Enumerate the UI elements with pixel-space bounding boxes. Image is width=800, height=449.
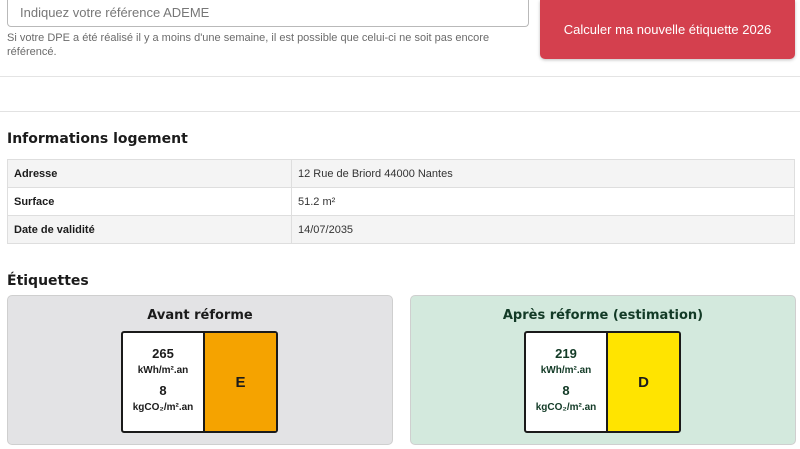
after-dpe-label: 219 kWh/m².an 8 kgCO₂/m².an D — [524, 331, 681, 433]
surface-label: Surface — [7, 187, 292, 216]
before-reform-card: Avant réforme 265 kWh/m².an 8 kgCO₂/m².a… — [7, 295, 393, 445]
after-energy-value: 219 — [555, 346, 577, 361]
section-divider — [0, 111, 800, 112]
after-ges-value: 8 — [562, 383, 570, 398]
after-grade-badge: D — [608, 333, 679, 431]
before-dpe-label: 265 kWh/m².an 8 kgCO₂/m².an E — [121, 331, 278, 433]
validity-date-label: Date de validité — [7, 215, 292, 244]
calculate-label-button[interactable]: Calculer ma nouvelle étiquette 2026 — [540, 0, 795, 59]
after-reform-card: Après réforme (estimation) 219 kWh/m².an… — [410, 295, 796, 445]
address-label: Adresse — [7, 159, 292, 188]
before-values: 265 kWh/m².an 8 kgCO₂/m².an — [123, 333, 205, 431]
after-energy-unit: kWh/m².an — [540, 365, 592, 376]
before-ges-value: 8 — [159, 383, 167, 398]
reference-helper-text: Si votre DPE a été réalisé il y a moins … — [7, 32, 490, 58]
surface-value: 51.2 m² — [291, 187, 795, 216]
labels-title: Étiquettes — [7, 273, 89, 289]
before-energy-unit: kWh/m².an — [137, 365, 189, 376]
table-row: Adresse 12 Rue de Briord 44000 Nantes — [7, 159, 795, 188]
before-ges-unit: kgCO₂/m².an — [132, 402, 194, 413]
before-energy-value: 265 — [152, 346, 174, 361]
reference-search-section: Si votre DPE a été réalisé il y a moins … — [0, 0, 800, 77]
after-reform-title: Après réforme (estimation) — [502, 308, 704, 323]
ademe-reference-input[interactable] — [7, 0, 529, 27]
after-ges-unit: kgCO₂/m².an — [535, 402, 597, 413]
validity-date-value: 14/07/2035 — [291, 215, 795, 244]
table-row: Date de validité 14/07/2035 — [7, 215, 795, 244]
before-grade-badge: E — [205, 333, 276, 431]
after-values: 219 kWh/m².an 8 kgCO₂/m².an — [526, 333, 608, 431]
address-value: 12 Rue de Briord 44000 Nantes — [291, 159, 795, 188]
housing-info-title: Informations logement — [7, 131, 188, 147]
housing-info-table: Adresse 12 Rue de Briord 44000 Nantes Su… — [7, 159, 795, 244]
table-row: Surface 51.2 m² — [7, 187, 795, 216]
before-reform-title: Avant réforme — [147, 308, 253, 323]
